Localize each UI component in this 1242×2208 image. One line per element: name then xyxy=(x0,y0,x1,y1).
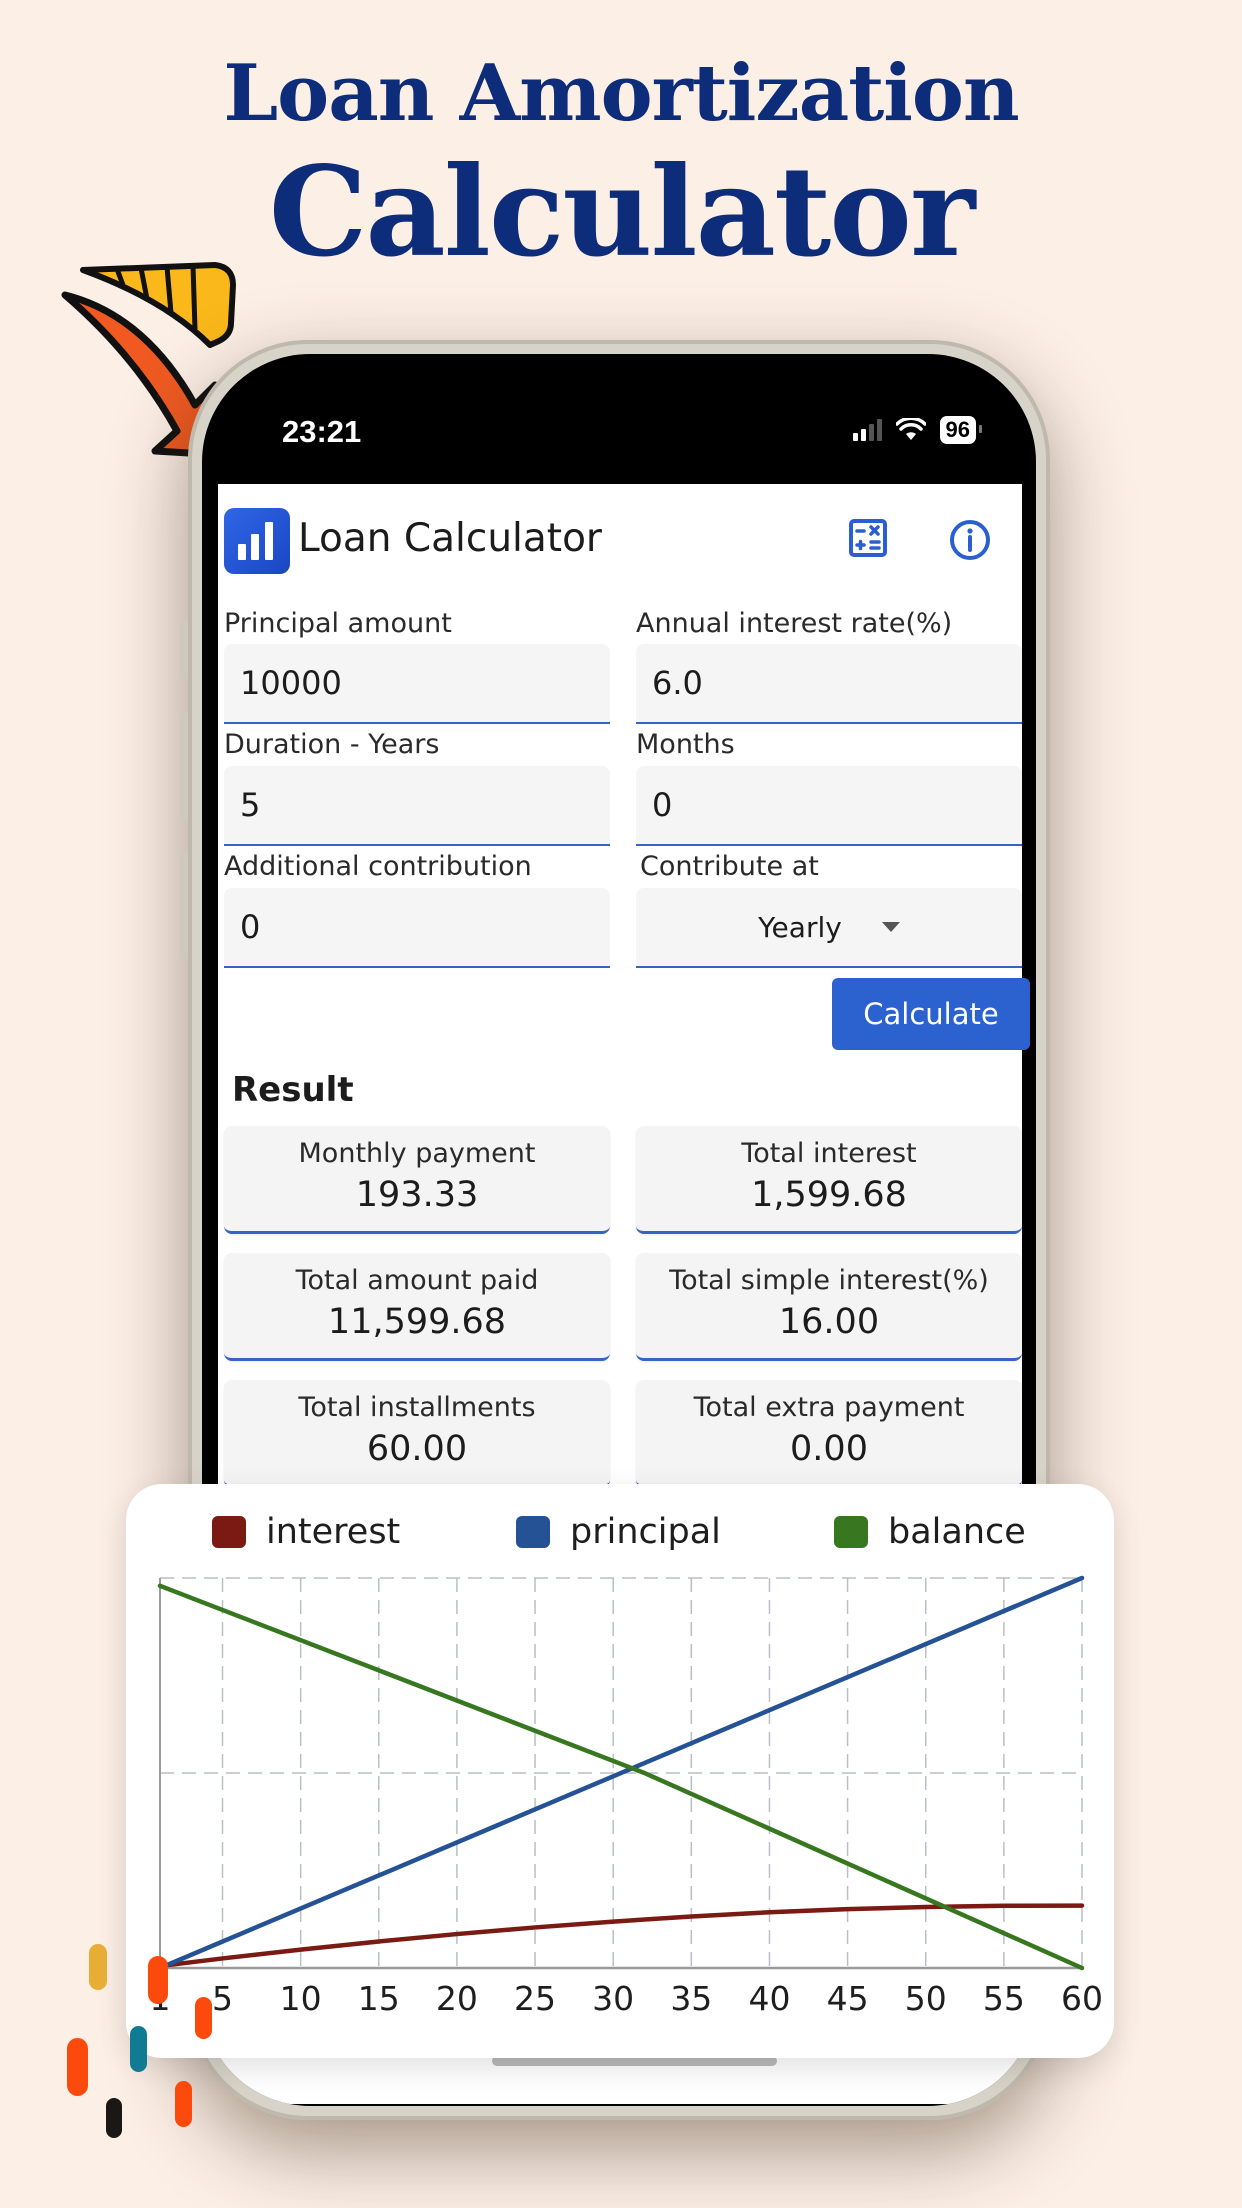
confetti-dash xyxy=(106,2098,122,2138)
phone-volume-up-button xyxy=(180,710,188,820)
result-card-total-installments: Total installments 60.00 xyxy=(224,1380,610,1488)
x-tick-label: 40 xyxy=(748,1979,790,2018)
x-tick-label: 30 xyxy=(592,1979,634,2018)
result-label: Total simple interest(%) xyxy=(669,1265,989,1296)
x-tick-label: 55 xyxy=(983,1979,1025,2018)
contribute-at-value: Yearly xyxy=(758,910,842,944)
cellular-signal-icon xyxy=(852,419,882,441)
confetti-dash xyxy=(67,2038,88,2096)
promo-title-line1: Loan Amortization xyxy=(223,48,1019,139)
interest-rate-label: Annual interest rate(%) xyxy=(636,608,953,639)
additional-contribution-input[interactable]: 0 xyxy=(224,888,610,968)
result-card-total-extra-payment: Total extra payment 0.00 xyxy=(636,1380,1022,1488)
result-label: Total installments xyxy=(298,1392,536,1423)
months-input[interactable]: 0 xyxy=(636,766,1022,846)
result-value: 193.33 xyxy=(355,1175,479,1215)
x-tick-label: 10 xyxy=(280,1979,322,2018)
result-label: Total amount paid xyxy=(295,1265,539,1296)
additional-contribution-label: Additional contribution xyxy=(224,851,532,882)
line-chart: 151015202530354045505560 xyxy=(150,1575,1103,2018)
result-card-total-amount-paid: Total amount paid 11,599.68 xyxy=(224,1253,610,1361)
result-value: 1,599.68 xyxy=(751,1175,907,1215)
status-time: 23:21 xyxy=(282,414,362,449)
x-tick-label: 50 xyxy=(905,1979,947,2018)
x-tick-label: 60 xyxy=(1061,1979,1103,2018)
phone-action-button xyxy=(180,620,188,680)
result-heading: Result xyxy=(232,1070,354,1110)
duration-years-label: Duration - Years xyxy=(224,729,440,760)
result-card-total-interest: Total interest 1,599.68 xyxy=(636,1126,1022,1234)
info-icon xyxy=(950,520,990,560)
confetti-dash xyxy=(148,1956,168,2004)
dropdown-caret-icon xyxy=(881,922,900,932)
contribute-at-label: Contribute at xyxy=(640,851,819,882)
calculate-button[interactable]: Calculate xyxy=(832,978,1030,1050)
duration-years-input[interactable]: 5 xyxy=(224,766,610,846)
calculator-button[interactable] xyxy=(848,518,892,562)
x-tick-label: 15 xyxy=(358,1979,400,2018)
confetti-dash xyxy=(175,2081,192,2127)
series-line-interest xyxy=(157,1903,1085,1969)
wifi-icon xyxy=(895,418,926,440)
x-tick-label: 25 xyxy=(514,1979,556,2018)
confetti-dash xyxy=(89,1944,107,1990)
result-card-total-simple-interest: Total simple interest(%) 16.00 xyxy=(636,1253,1022,1361)
app-title: Loan Calculator xyxy=(298,516,602,561)
app-bar: Loan Calculator xyxy=(218,484,1022,594)
result-card-monthly-payment: Monthly payment 193.33 xyxy=(224,1126,610,1234)
result-label: Monthly payment xyxy=(298,1138,536,1169)
confetti-dash xyxy=(195,1997,212,2039)
months-label: Months xyxy=(636,729,735,760)
result-value: 0.00 xyxy=(790,1429,868,1469)
result-value: 16.00 xyxy=(778,1302,880,1342)
info-button[interactable] xyxy=(948,518,992,562)
battery-indicator: 96 xyxy=(939,416,983,444)
amortization-chart-card: interest principal balance 1510152025303… xyxy=(126,1484,1114,2058)
x-tick-label: 35 xyxy=(670,1979,712,2018)
interest-rate-input[interactable]: 6.0 xyxy=(636,644,1022,724)
x-tick-label: 5 xyxy=(212,1979,233,2018)
result-value: 60.00 xyxy=(366,1429,468,1469)
calculator-icon xyxy=(849,519,887,557)
x-tick-label: 20 xyxy=(436,1979,478,2018)
bar-chart-logo-icon xyxy=(224,508,290,574)
principal-input[interactable]: 10000 xyxy=(224,644,610,724)
contribute-at-select[interactable]: Yearly xyxy=(636,888,1022,968)
x-tick-label: 45 xyxy=(827,1979,869,2018)
result-value: 11,599.68 xyxy=(327,1302,507,1342)
status-bar: 23:21 96 xyxy=(202,354,1036,484)
result-label: Total interest xyxy=(741,1138,917,1169)
phone-volume-down-button xyxy=(180,850,188,960)
confetti-dash xyxy=(130,2026,147,2072)
principal-label: Principal amount xyxy=(224,608,452,639)
result-label: Total extra payment xyxy=(693,1392,965,1423)
